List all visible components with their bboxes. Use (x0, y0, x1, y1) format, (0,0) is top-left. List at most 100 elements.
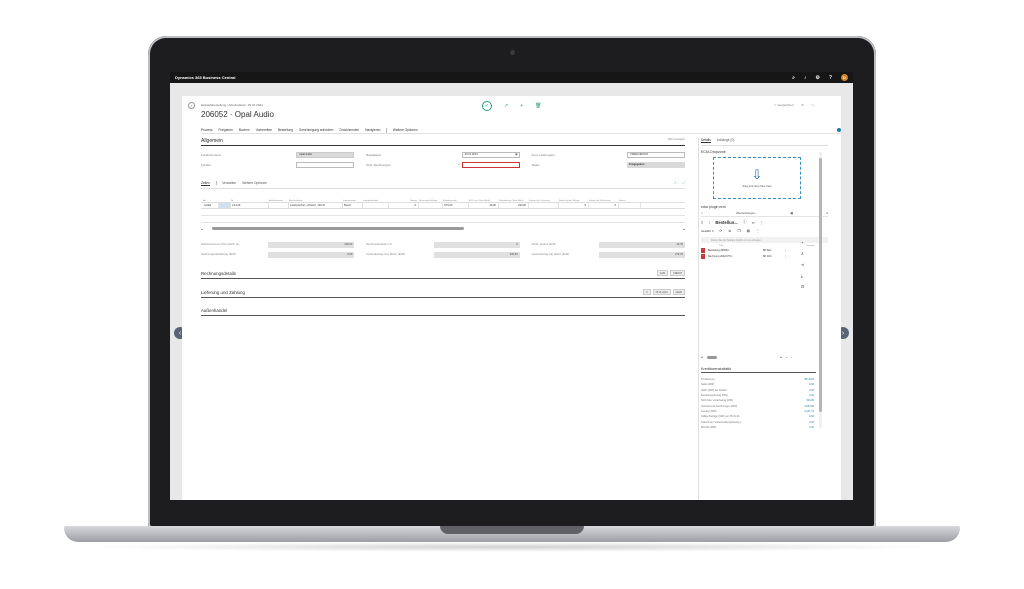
col-artikelreferenz[interactable]: Artikelreferenz (269, 200, 289, 202)
refresh-icon[interactable]: ⟳ (719, 229, 722, 233)
more-actions-icon[interactable]: ⋮ (756, 229, 760, 233)
calendar-icon[interactable]: ▦ (515, 153, 517, 156)
no-icon[interactable]: ⊘ (728, 229, 731, 233)
col-menge[interactable]: Menge (389, 200, 419, 202)
cell-res[interactable] (419, 203, 443, 208)
scroll-thumb[interactable] (706, 355, 717, 359)
tab-weitere-optionen[interactable]: Weitere Optionen (242, 181, 267, 186)
scroll-track[interactable] (206, 227, 681, 230)
search-icon[interactable]: ⌕ (792, 75, 795, 81)
col-art[interactable]: Art (203, 200, 219, 202)
cell-price[interactable]: 46,00 (469, 203, 499, 208)
link-icon[interactable]: ∞ (752, 220, 755, 225)
upload-icon[interactable]: ⊡ (801, 284, 804, 289)
contact-input[interactable] (296, 161, 355, 168)
col-bereits[interactable]: Bereits (619, 200, 641, 202)
cell-amount[interactable]: 230,00 (499, 203, 529, 208)
scroll-thumb[interactable] (819, 158, 822, 412)
col-menge-lief[interactable]: Menge akt. Lieferung (529, 200, 559, 202)
ecm-dropzone[interactable]: ⇩ drag and drop files here (713, 157, 801, 199)
more-icon[interactable]: ⋮ (760, 220, 764, 225)
gear-icon[interactable]: ⚙ (815, 75, 819, 81)
more-icon[interactable]: ⋮ (784, 249, 787, 252)
cell-loc[interactable]: BLAU (343, 203, 363, 208)
vendor-shipment-input[interactable]: KREDLNR0107 (626, 151, 685, 158)
edit-check-icon[interactable]: ✓ (482, 101, 492, 111)
stat-value[interactable]: 0,00 (809, 389, 814, 392)
scroll-left-icon[interactable]: ◂ (701, 355, 703, 359)
stat-value[interactable]: 0,00 (809, 426, 814, 429)
horizontal-scrollbar[interactable]: ◂ ▸ (201, 226, 685, 231)
download-icon[interactable]: ⤓ (801, 273, 804, 278)
stat-value[interactable]: 3.832,80 (804, 405, 814, 408)
paste-icon[interactable]: ▤ (747, 229, 750, 233)
delete-icon[interactable]: 🗑 (535, 103, 541, 109)
bell-icon[interactable]: ♪ (804, 75, 807, 81)
stat-value[interactable]: BK-3011 (804, 378, 814, 381)
pdf-tool-icon[interactable]: ⅄ (801, 251, 804, 256)
scroll-left-icon[interactable]: ◂ (201, 227, 203, 231)
factbox-scrollbar[interactable] (819, 152, 822, 428)
cell-desc[interactable]: Lautsprecher, schwarz, 120 W (289, 203, 343, 208)
cell-bin[interactable] (363, 203, 389, 208)
action-navigieren[interactable]: Navigieren (365, 128, 380, 132)
cell-inv[interactable]: 5 (589, 203, 619, 208)
cell-ref[interactable] (269, 203, 289, 208)
cell-nr[interactable]: LS-120 (231, 203, 269, 208)
tab-attachments[interactable]: Anhänge (0) (717, 138, 735, 143)
col-zeilenbetrag[interactable]: Zeilenbetrag Ohne MwSt. (499, 200, 529, 202)
share-lines-icon[interactable]: ↗ (674, 181, 677, 186)
col-nr[interactable]: Nr. (231, 200, 269, 202)
col-titel[interactable]: Titel (719, 245, 723, 247)
section-lieferung[interactable]: Lieferung und Zahlung 0 25.01.2024 GELB (201, 289, 685, 298)
show-more-link[interactable]: Mehr anzeigen (668, 138, 685, 144)
empty-row[interactable] (201, 209, 685, 216)
col-lagerplatz[interactable]: Lagerplatzcode (363, 200, 389, 202)
action-prozess[interactable]: Prozess (201, 128, 213, 132)
info-icon[interactable]: ⓘ (743, 219, 747, 225)
table-row[interactable]: Artikel LS-120 Lautsprecher, schwarz, 12… (201, 202, 685, 209)
cell-art[interactable]: Artikel (203, 203, 219, 208)
stat-value[interactable]: 0,00 (809, 394, 814, 397)
share-icon[interactable]: ↗ (504, 103, 508, 109)
file-title[interactable]: Bestellung 206052 (708, 249, 760, 252)
col-einheit[interactable]: Einheitencode (443, 200, 469, 202)
action-drucken[interactable]: Druck/senden (339, 128, 359, 132)
section-rechnungsdetails[interactable]: Rechnungsdetails EUR KREDIT (201, 270, 685, 279)
share-icon[interactable]: ⋖ (801, 262, 804, 267)
home-icon[interactable]: ⌂ (701, 211, 703, 215)
plus-icon[interactable]: + (801, 240, 804, 245)
col-res-menge[interactable]: Reservierte Menge (419, 200, 443, 202)
stat-value[interactable]: 0,00 (809, 415, 814, 418)
action-weitere-optionen[interactable]: Weitere Optionen (393, 128, 418, 132)
tab-details[interactable]: Details (701, 138, 711, 143)
stat-value[interactable]: 4.447,74 (804, 410, 814, 413)
plugin-breadcrumb[interactable]: Übersetzungen... (736, 211, 757, 215)
info-pane-icon[interactable] (837, 128, 841, 132)
cell-recvd[interactable]: 5 (559, 203, 589, 208)
more-icon[interactable]: ⋮ (784, 255, 787, 258)
scroll-right-icon[interactable]: ▸ (683, 227, 685, 231)
col-lagerort[interactable]: Lagerortcode (343, 200, 363, 202)
cell-uom[interactable]: STÜCK (443, 203, 469, 208)
cell-invd[interactable] (619, 203, 641, 208)
scroll-right-icon[interactable]: ▸ (781, 355, 783, 359)
tab-verwalten[interactable]: Verwalten (222, 181, 236, 186)
stat-value[interactable]: 364,80 (806, 399, 814, 402)
avatar[interactable]: D (841, 74, 848, 81)
vendor-invoice-input[interactable] (461, 161, 520, 168)
col-gelief[interactable]: Bereits gelief. Menge (559, 200, 589, 202)
col-beschreibung[interactable]: Beschreibung (289, 200, 343, 202)
tab-zeilen[interactable]: Zeilen (201, 181, 210, 186)
col-menge-rech[interactable]: Menge akt. Rechnung (589, 200, 619, 202)
help-icon[interactable]: ? (829, 75, 832, 81)
plugin-hscroll[interactable]: ◂ ▸ ‹ › (701, 355, 828, 359)
empty-row[interactable] (201, 216, 685, 223)
action-buchen[interactable]: Buchen (239, 128, 250, 132)
section-aussenhandel[interactable]: Außenhandel (201, 308, 685, 316)
general-section-header[interactable]: Allgemein Mehr anzeigen (201, 138, 685, 146)
action-freigeben[interactable]: Freigeben (219, 128, 233, 132)
cell-recv[interactable] (529, 203, 559, 208)
cell-handle[interactable] (219, 203, 231, 208)
col-ek-preis[interactable]: EK-Preis Ohne MwSt. (469, 200, 499, 202)
